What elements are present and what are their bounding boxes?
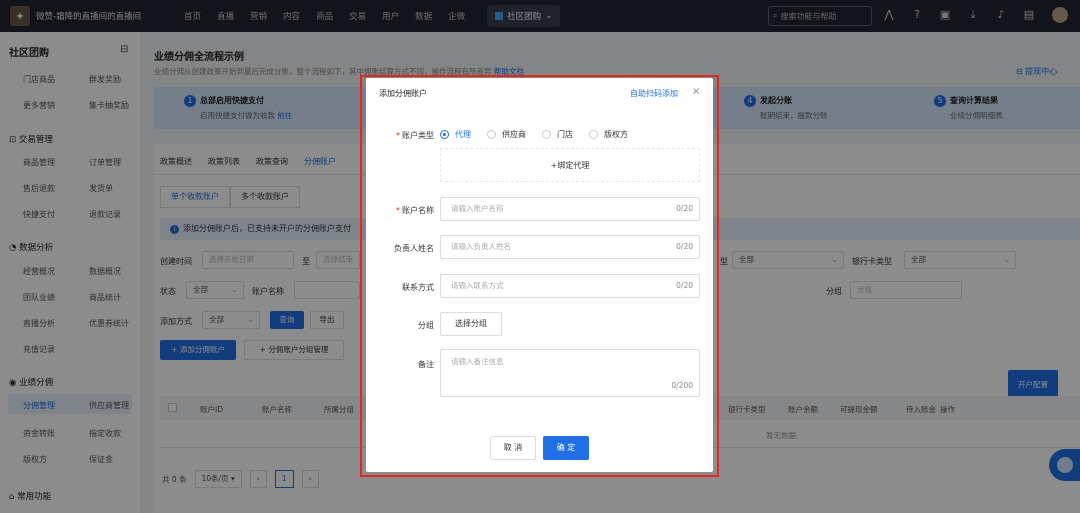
owner-name-input[interactable]: 请输入负责人姓名 0/20: [440, 235, 700, 259]
bind-agent-button[interactable]: +绑定代理: [440, 148, 700, 182]
note-counter: 0/200: [671, 381, 693, 390]
radio-supplier[interactable]: 供应商: [487, 129, 526, 140]
account-type-label-text: 账户类型: [402, 131, 434, 140]
contact-label: 联系方式: [402, 283, 434, 292]
select-group-button[interactable]: 选择分组: [440, 312, 502, 336]
required-mark: *: [396, 131, 400, 140]
radio-copyright-label: 版权方: [604, 130, 628, 139]
radio-copyright[interactable]: 版权方: [589, 129, 628, 140]
account-name-label: * 账户名称: [366, 205, 434, 216]
account-name-counter: 0/20: [676, 204, 693, 213]
radio-supplier-dot: [487, 130, 496, 139]
account-type-radios: 代理 供应商 门店 版权方: [440, 129, 628, 140]
radio-store-label: 门店: [557, 130, 573, 139]
add-account-dialog: 添加分佣账户 自助扫码添加 × * 账户类型 代理 供应商 门店 版权方 +绑定代…: [366, 78, 713, 472]
cancel-button[interactable]: 取 消: [490, 436, 536, 460]
radio-store[interactable]: 门店: [542, 129, 573, 140]
radio-store-dot: [542, 130, 551, 139]
confirm-button[interactable]: 确 定: [543, 436, 589, 460]
note-placeholder: 请输入备注信息: [451, 357, 504, 366]
self-scan-add-link[interactable]: 自助扫码添加: [630, 88, 678, 99]
owner-name-placeholder: 请输入负责人姓名: [451, 242, 511, 251]
account-name-label-text: 账户名称: [402, 206, 434, 215]
radio-agent-dot: [440, 130, 449, 139]
close-icon[interactable]: ×: [692, 86, 700, 97]
radio-supplier-label: 供应商: [502, 130, 526, 139]
dialog-title: 添加分佣账户: [379, 89, 427, 98]
radio-copyright-dot: [589, 130, 598, 139]
note-textarea[interactable]: 请输入备注信息 0/200: [440, 349, 700, 397]
radio-agent-label: 代理: [455, 130, 471, 139]
account-name-input[interactable]: 请输入账户名称 0/20: [440, 197, 700, 221]
group-label: 分组: [418, 321, 434, 330]
contact-input[interactable]: 请输入联系方式 0/20: [440, 274, 700, 298]
required-mark: *: [396, 206, 400, 215]
note-label: 备注: [418, 360, 434, 369]
contact-placeholder: 请输入联系方式: [451, 281, 504, 290]
owner-name-counter: 0/20: [676, 242, 693, 251]
account-name-placeholder: 请输入账户名称: [451, 204, 504, 213]
contact-counter: 0/20: [676, 281, 693, 290]
radio-agent[interactable]: 代理: [440, 129, 471, 140]
account-type-label: * 账户类型: [366, 130, 434, 141]
owner-name-label: 负责人姓名: [394, 244, 434, 253]
